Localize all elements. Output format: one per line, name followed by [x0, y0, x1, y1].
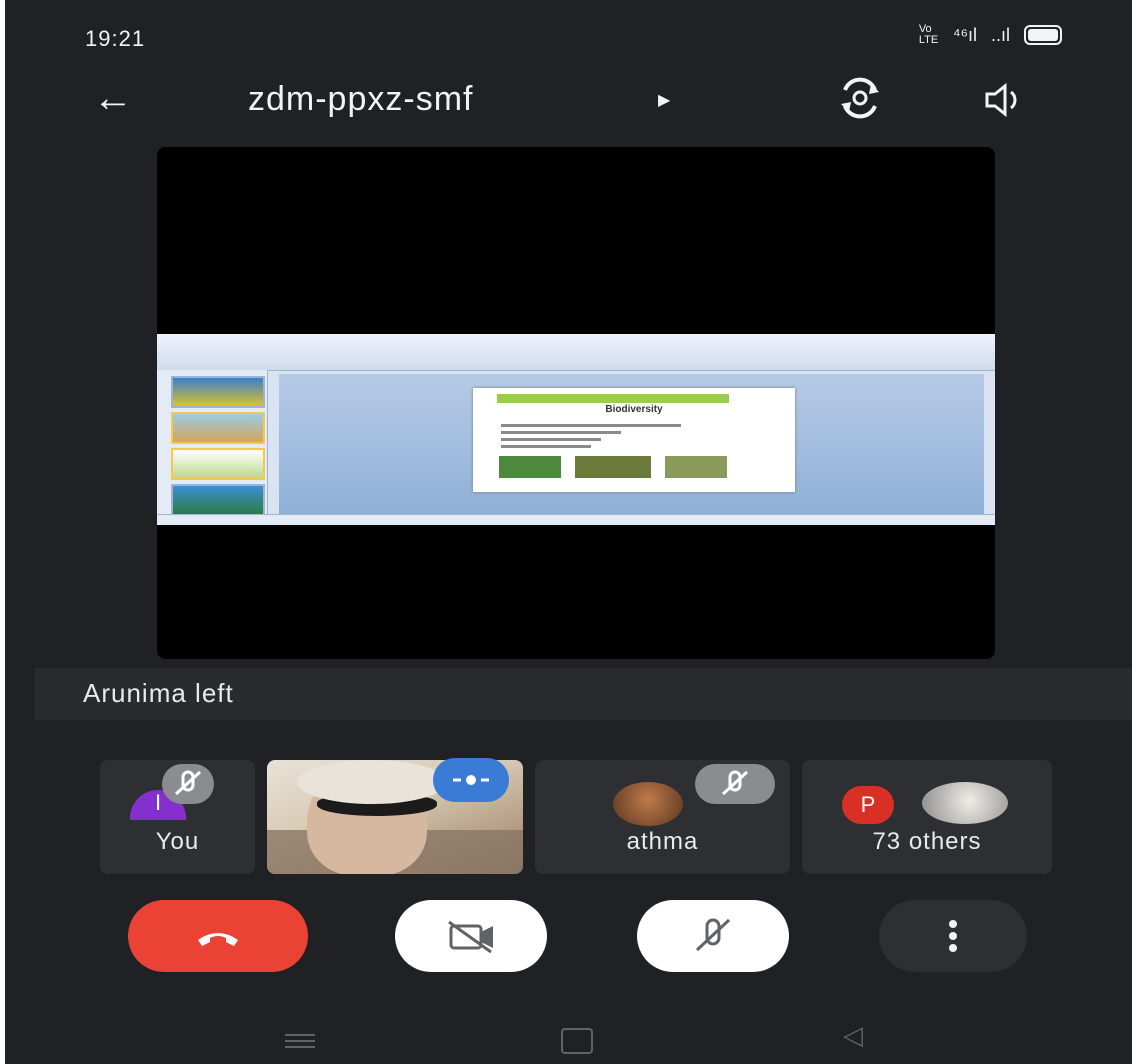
- ppt-status-bar: [157, 514, 995, 525]
- mic-off-badge: [162, 764, 214, 804]
- participant-name: 73 others: [872, 828, 982, 855]
- avatar: [922, 782, 1008, 824]
- current-slide: Biodiversity: [473, 388, 795, 492]
- app-bar: ← zdm-ppxz-smf ▶: [5, 72, 1132, 132]
- more-options-button[interactable]: [879, 900, 1027, 972]
- slide-title: Biodiversity: [605, 404, 663, 415]
- mic-toggle-button[interactable]: [637, 900, 789, 972]
- slide-thumbnail: [171, 376, 265, 408]
- avatar: P: [842, 786, 894, 824]
- mic-off-icon: [174, 770, 202, 796]
- home-icon[interactable]: [561, 1028, 593, 1054]
- meeting-details-arrow-icon[interactable]: ▶: [658, 90, 670, 110]
- system-icons: Vo LTE ⁴⁶ıl ..ıl: [919, 24, 1062, 46]
- slide-image: [499, 456, 561, 478]
- camera-off-icon: [448, 920, 493, 954]
- slide-thumbnail: [171, 448, 265, 480]
- status-bar: 19:21 Vo LTE ⁴⁶ıl ..ıl: [5, 0, 1132, 80]
- more-options-icon: [949, 920, 957, 952]
- volte-icon: Vo LTE: [918, 23, 939, 46]
- meet-screen: 19:21 Vo LTE ⁴⁶ıl ..ıl ← zdm-ppxz-smf ▶: [5, 0, 1132, 1064]
- back-arrow-icon[interactable]: ←: [93, 76, 133, 121]
- slide-thumbnails: [157, 370, 268, 520]
- battery-icon: [1024, 25, 1062, 45]
- speaking-indicator: [433, 758, 509, 802]
- signal-icon: ⁴⁶ıl: [952, 24, 977, 45]
- mic-off-badge: [695, 764, 775, 804]
- avatar: [613, 782, 683, 826]
- switch-camera-icon[interactable]: [835, 76, 885, 120]
- slide-canvas: Biodiversity: [279, 374, 984, 514]
- participant-name: You: [155, 828, 200, 855]
- participant-name: athma: [626, 828, 699, 855]
- mic-off-icon: [695, 918, 731, 952]
- end-call-icon: [198, 933, 238, 946]
- slide-image: [665, 456, 727, 478]
- shared-screen: Biodiversity: [157, 334, 995, 525]
- camera-toggle-button[interactable]: [395, 900, 547, 972]
- speaker-icon[interactable]: [981, 78, 1025, 122]
- ppt-ribbon: [157, 334, 995, 371]
- signal-icon-2: ..ıl: [990, 24, 1010, 45]
- slide-header-bar: [497, 394, 729, 403]
- nav-back-icon[interactable]: ◁: [843, 1020, 863, 1051]
- slide-bullets: [501, 420, 701, 452]
- end-call-button[interactable]: [128, 900, 308, 972]
- slide-thumbnail: [171, 484, 265, 516]
- participant-tile-athma[interactable]: athma: [535, 760, 790, 874]
- mic-off-icon: [721, 770, 749, 796]
- notification-toast: Arunima left: [35, 668, 1132, 720]
- status-time: 19:21: [85, 26, 146, 51]
- meeting-code[interactable]: zdm-ppxz-smf: [248, 80, 473, 119]
- participant-tile-you[interactable]: I You: [100, 760, 255, 874]
- audio-level-icon: [453, 775, 489, 785]
- recents-icon[interactable]: [285, 1030, 315, 1052]
- presentation-stage[interactable]: Biodiversity: [157, 147, 995, 659]
- toast-message: Arunima left: [83, 678, 234, 708]
- system-nav-bar: ◁: [5, 1010, 1132, 1064]
- slide-image: [575, 456, 651, 478]
- slide-thumbnail: [171, 412, 265, 444]
- participant-tile-others[interactable]: P 73 others: [802, 760, 1052, 874]
- video-hair: [297, 760, 447, 804]
